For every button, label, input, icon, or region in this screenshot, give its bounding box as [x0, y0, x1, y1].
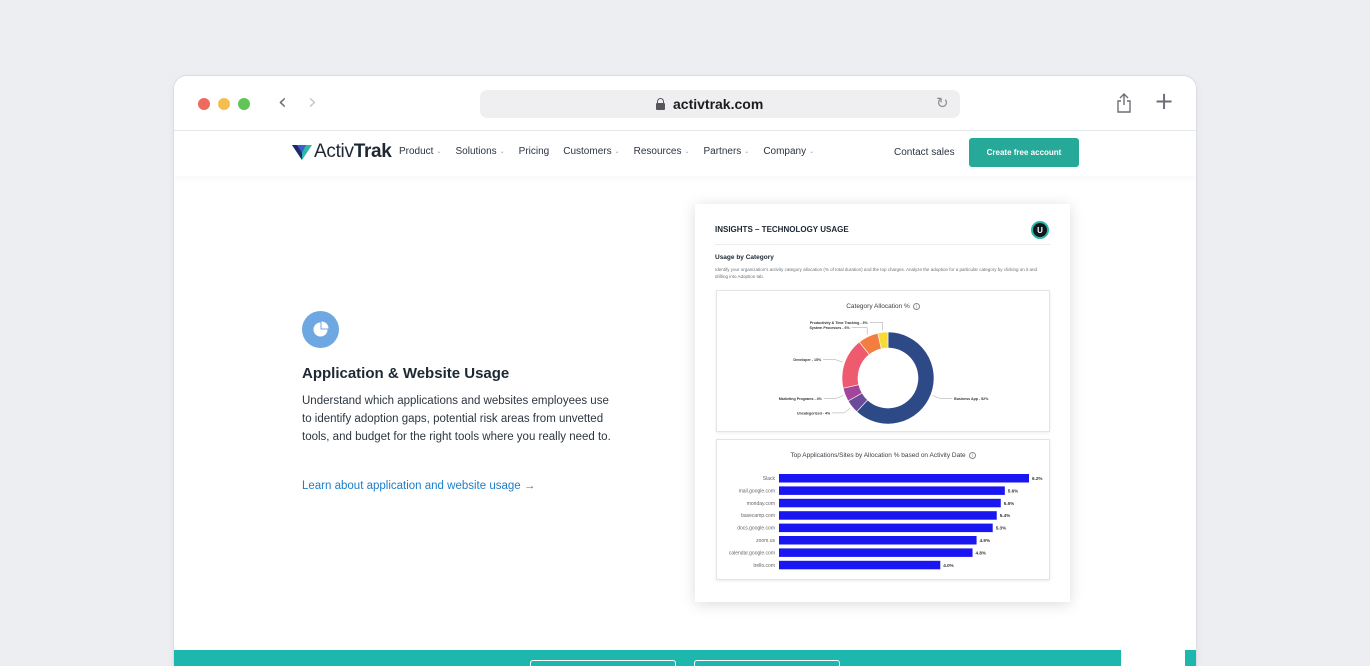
pie-slice-label: Developer - 15% — [793, 358, 822, 362]
bar-value-label: 5.4% — [1000, 513, 1010, 518]
bar-category-label: docs.google.com — [737, 526, 775, 532]
menu-item-label: Resources — [633, 146, 682, 157]
menu-item-product[interactable]: Product ⌄ — [399, 146, 442, 157]
donut-chart: Business App - 52% Uncategorized - 4% Mark… — [779, 321, 989, 425]
chevron-down-icon: ⌄ — [809, 149, 815, 155]
pie-slice-label: System Processes - 6% — [810, 326, 851, 330]
bar[interactable] — [779, 560, 941, 570]
menu-item-label: Partners — [703, 146, 742, 157]
bar-category-label: calendar.google.com — [729, 550, 775, 556]
chevron-down-icon: ⌄ — [499, 149, 505, 155]
pie-slice-label: Marketing Programs - 4% — [779, 397, 823, 401]
learn-more-link[interactable]: Learn about application and website usag… — [302, 480, 535, 492]
bar[interactable] — [779, 486, 1005, 495]
bar-category-label: zoom.us — [756, 538, 775, 544]
logo-text: ActivTrak — [314, 141, 392, 162]
bar-value-label: 6.2% — [1032, 476, 1042, 481]
site-header: ActivTrak Product ⌄ Solutions ⌄ Pricing Custo… — [174, 132, 1196, 176]
chevron-down-icon: ⌄ — [614, 149, 620, 155]
pie-leader-line — [869, 322, 883, 331]
bar[interactable] — [779, 523, 993, 533]
menu-item-company[interactable]: Company ⌄ — [763, 146, 814, 157]
top-applications-panel: Top Applications/Sites by Allocation % b… — [716, 439, 1050, 580]
pie-chart-icon — [302, 311, 339, 348]
pie-leader-line — [851, 327, 868, 335]
share-icon[interactable] — [1116, 93, 1132, 113]
dashboard-title: INSIGHTS – TECHNOLOGY USAGE — [715, 225, 849, 234]
minimize-window-button[interactable] — [218, 98, 230, 110]
menu-item-label: Company — [763, 146, 807, 157]
bar-value-label: 5.6% — [1008, 488, 1018, 493]
bar-value-label: 5.3% — [996, 526, 1006, 531]
address-bar[interactable]: activtrak.com ↻ — [480, 90, 960, 118]
bar-value-label: 4.8% — [976, 550, 986, 555]
pie-slice-label: Business App - 52% — [954, 397, 989, 401]
chevron-down-icon: ⌄ — [436, 149, 442, 155]
bar-chart: Slack 6.2% mail.google.com 5.6% monday.com 5.… — [729, 474, 1042, 570]
bar-category-label: monday.com — [747, 501, 775, 507]
pie-slice-label: Uncategorized - 4% — [797, 411, 831, 415]
activtrak-logo[interactable]: ActivTrak — [292, 140, 392, 164]
menu-item-label: Product — [399, 146, 434, 157]
menu-item-label: Solutions — [455, 146, 497, 157]
browser-window: ‹ › activtrak.com ↻ + ActivTrak Product ⌄… — [173, 75, 1197, 666]
menu-item-partners[interactable]: Partners ⌄ — [703, 146, 749, 157]
menu-item-label: Pricing — [518, 146, 550, 157]
menu-item-resources[interactable]: Resources ⌄ — [634, 146, 690, 157]
bar[interactable] — [779, 511, 997, 520]
pie-leader-line — [932, 395, 953, 399]
band-button-left[interactable] — [530, 660, 676, 666]
menu-item-customers[interactable]: Customers ⌄ — [563, 146, 619, 157]
logo-mark-icon — [292, 145, 312, 160]
forward-arrow-icon[interactable]: › — [308, 90, 317, 116]
cta-band-edge — [1185, 650, 1196, 666]
pie-leader-line — [823, 395, 844, 399]
new-tab-icon[interactable]: + — [1154, 87, 1174, 115]
bar-category-label: mail.google.com — [739, 488, 775, 494]
chevron-down-icon: ⌄ — [744, 149, 750, 155]
avatar[interactable]: U — [1031, 221, 1049, 239]
bar[interactable] — [779, 548, 973, 557]
pie-slice-label: Productivity & Time Tracking - 3% — [810, 321, 869, 325]
feature-description: Understand which applications and websit… — [302, 395, 611, 443]
contact-sales-link[interactable]: Contact sales — [894, 147, 955, 158]
bar-category-label: trello.com — [753, 563, 775, 569]
divider — [715, 244, 1050, 245]
dashboard-card: INSIGHTS – TECHNOLOGY USAGE U Usage by C… — [695, 204, 1070, 602]
main-menu: Product ⌄ Solutions ⌄ Pricing Customers ⌄ Resou… — [399, 146, 828, 157]
bar-category-label: Slack — [763, 476, 776, 482]
reload-icon[interactable]: ↻ — [936, 94, 949, 112]
bar-value-label: 4.0% — [943, 563, 953, 568]
close-window-button[interactable] — [198, 98, 210, 110]
menu-item-solutions[interactable]: Solutions ⌄ — [456, 146, 505, 157]
pie-leader-line — [832, 407, 851, 414]
bar-value-label: 5.5% — [1004, 501, 1014, 506]
menu-item-pricing[interactable]: Pricing — [519, 146, 550, 157]
bar[interactable] — [779, 536, 977, 545]
chevron-down-icon: ⌄ — [684, 149, 690, 155]
back-arrow-icon[interactable]: ‹ — [278, 90, 287, 116]
cta-band-gap — [1121, 650, 1185, 666]
band-button-right[interactable] — [694, 660, 840, 666]
menu-item-label: Customers — [563, 146, 612, 157]
bar[interactable] — [779, 474, 1029, 483]
section-description: Identify your organization's activity ca… — [715, 267, 1038, 279]
bar-value-label: 4.9% — [980, 538, 990, 543]
url-text: activtrak.com — [673, 96, 764, 112]
browser-toolbar: ‹ › activtrak.com ↻ + — [174, 76, 1196, 131]
lock-icon — [656, 98, 665, 110]
bar-category-label: basecamp.com — [741, 513, 775, 519]
pie-leader-line — [823, 359, 843, 363]
category-allocation-panel: Category Allocation % i Business App - 52… — [716, 290, 1050, 432]
feature-title: Application & Website Usage — [302, 365, 510, 382]
section-title: Usage by Category — [715, 254, 774, 261]
zoom-window-button[interactable] — [238, 98, 250, 110]
bar[interactable] — [779, 498, 1001, 508]
create-free-account-button[interactable]: Create free account — [969, 138, 1079, 167]
